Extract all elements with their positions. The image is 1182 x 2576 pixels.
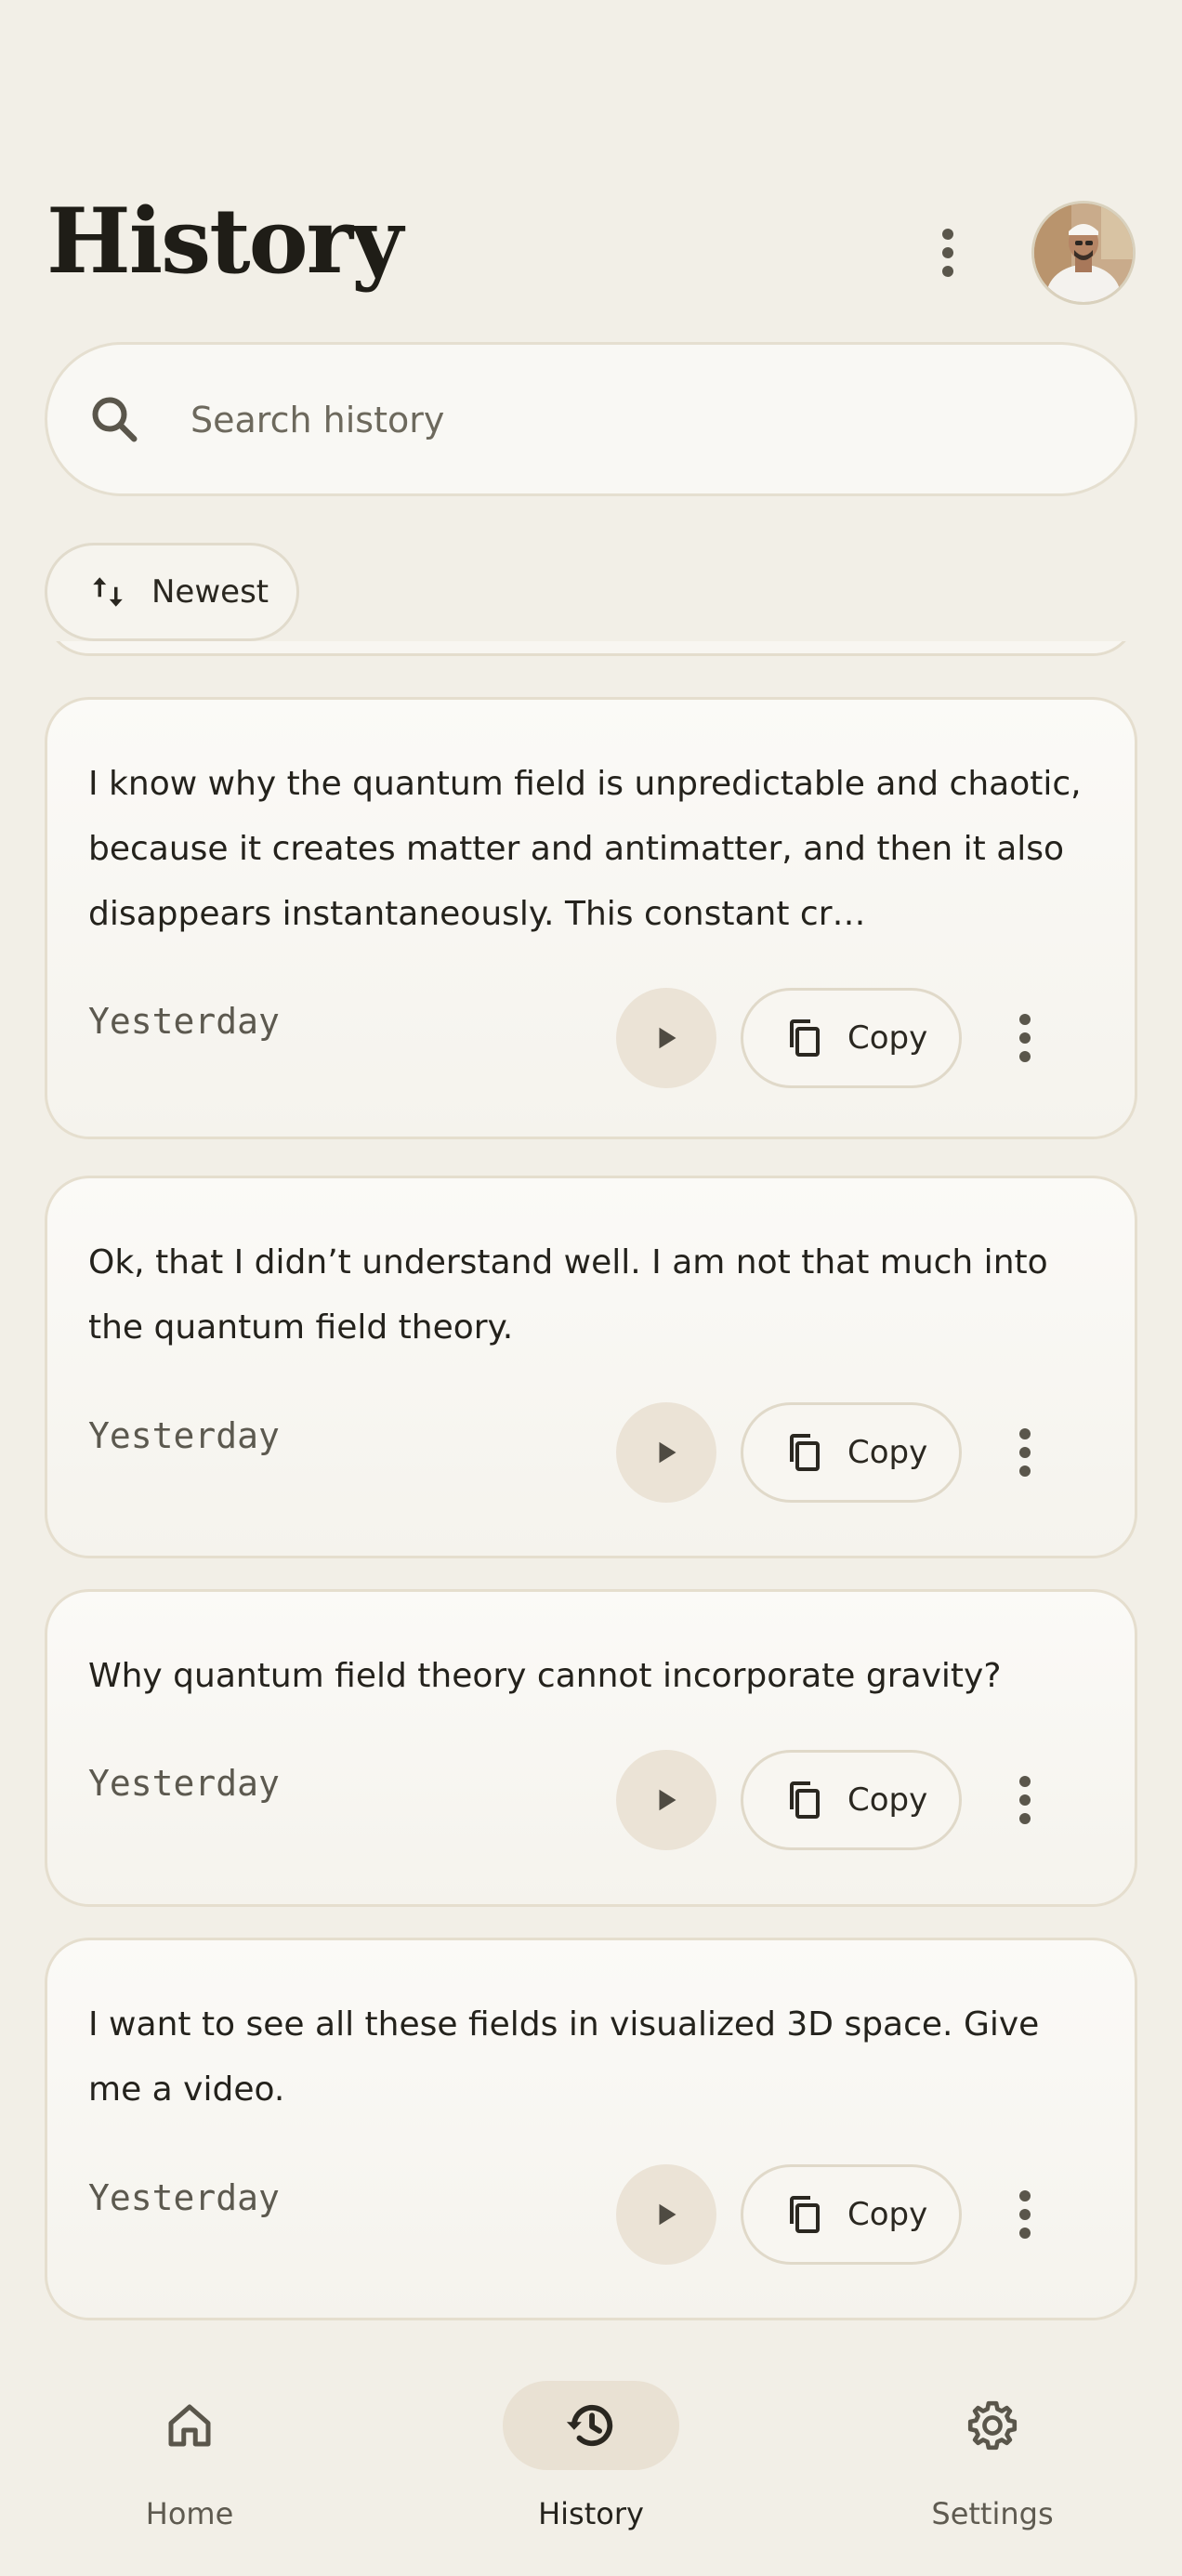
item-more-button[interactable] xyxy=(997,1001,1053,1075)
more-vert-icon-dot xyxy=(1019,1794,1031,1806)
copy-button[interactable]: Copy xyxy=(741,1402,962,1503)
copy-button[interactable]: Copy xyxy=(741,2164,962,2265)
history-list[interactable]: I know why the quantum field is unpredic… xyxy=(45,641,1137,2342)
gear-icon xyxy=(967,2400,1018,2451)
more-vert-icon-dot xyxy=(1019,1051,1031,1062)
bottom-navigation: Home History Settings xyxy=(0,2342,1182,2576)
nav-item-history[interactable]: History xyxy=(452,2381,730,2539)
history-icon xyxy=(566,2404,613,2447)
history-card-text: Ok, that I didn’t understand well. I am … xyxy=(88,1243,1048,1347)
history-card-time: Yesterday xyxy=(88,1415,280,1456)
play-button[interactable] xyxy=(616,1750,716,1850)
more-vert-icon xyxy=(1019,1776,1031,1787)
page-title: History xyxy=(46,189,403,294)
more-vert-icon-dot xyxy=(942,266,953,277)
play-button[interactable] xyxy=(616,988,716,1088)
search-icon xyxy=(92,397,138,442)
copy-icon xyxy=(790,2196,820,2233)
item-more-button[interactable] xyxy=(997,1415,1053,1490)
search-input[interactable] xyxy=(189,345,1084,495)
avatar-image xyxy=(1034,204,1133,302)
history-card-time: Yesterday xyxy=(88,1763,280,1804)
copy-button[interactable]: Copy xyxy=(741,988,962,1088)
play-icon xyxy=(659,2203,676,2226)
history-card[interactable]: I want to see all these fields in visual… xyxy=(45,1938,1137,2320)
history-card-text: Why quantum field theory cannot incorpor… xyxy=(88,1657,1002,1695)
play-icon xyxy=(659,1027,676,1049)
history-card[interactable]: I know why the quantum field is unpredic… xyxy=(45,697,1137,1139)
history-card-text: I want to see all these fields in visual… xyxy=(88,2005,1040,2109)
more-options-button[interactable] xyxy=(920,216,976,290)
history-card[interactable]: Ok, that I didn’t understand well. I am … xyxy=(45,1176,1137,1558)
more-vert-icon-dot xyxy=(1019,1032,1031,1044)
more-vert-icon-dot xyxy=(1019,1447,1031,1458)
nav-label-home: Home xyxy=(145,2496,234,2531)
sort-label: Newest xyxy=(151,573,269,611)
play-button[interactable] xyxy=(616,2164,716,2265)
history-card[interactable]: Why quantum field theory cannot incorpor… xyxy=(45,1589,1137,1907)
more-vert-icon-dot xyxy=(1019,1465,1031,1477)
more-vert-icon xyxy=(1019,2190,1031,2201)
nav-item-settings[interactable]: Settings xyxy=(853,2381,1132,2539)
nav-label-history: History xyxy=(538,2496,644,2531)
copy-icon xyxy=(790,1434,820,1471)
more-vert-icon-dot xyxy=(1019,1813,1031,1824)
sort-button[interactable]: Newest xyxy=(45,543,299,641)
more-vert-icon xyxy=(942,229,953,240)
nav-item-home[interactable]: Home xyxy=(50,2381,329,2539)
item-more-button[interactable] xyxy=(997,2177,1053,2252)
more-vert-icon xyxy=(1019,1428,1031,1439)
history-card-time: Yesterday xyxy=(88,1001,280,1042)
play-icon xyxy=(659,1441,676,1464)
app-header: History xyxy=(0,0,1182,316)
swap-vert-icon xyxy=(93,577,123,607)
more-vert-icon-dot xyxy=(1019,2209,1031,2220)
nav-pill-home xyxy=(101,2381,278,2470)
search-bar[interactable] xyxy=(45,342,1137,496)
history-card-text: I know why the quantum field is unpredic… xyxy=(88,765,1082,933)
nav-label-settings: Settings xyxy=(931,2496,1054,2531)
more-vert-icon-dot xyxy=(942,247,953,258)
copy-label: Copy xyxy=(847,1434,928,1471)
history-card-time: Yesterday xyxy=(88,2177,280,2218)
nav-pill-settings xyxy=(904,2381,1081,2470)
copy-icon xyxy=(790,1019,820,1057)
copy-label: Copy xyxy=(847,1781,928,1819)
copy-icon xyxy=(790,1781,820,1819)
more-vert-icon xyxy=(1019,1014,1031,1025)
copy-label: Copy xyxy=(847,2196,928,2233)
more-vert-icon-dot xyxy=(1019,2228,1031,2239)
nav-pill-history xyxy=(503,2381,679,2470)
play-button[interactable] xyxy=(616,1402,716,1503)
avatar[interactable] xyxy=(1031,201,1136,305)
history-card-partial-top[interactable] xyxy=(45,641,1137,656)
copy-button[interactable]: Copy xyxy=(741,1750,962,1850)
play-icon xyxy=(659,1789,676,1811)
item-more-button[interactable] xyxy=(997,1763,1053,1837)
home-icon xyxy=(168,2404,211,2447)
copy-label: Copy xyxy=(847,1019,928,1057)
